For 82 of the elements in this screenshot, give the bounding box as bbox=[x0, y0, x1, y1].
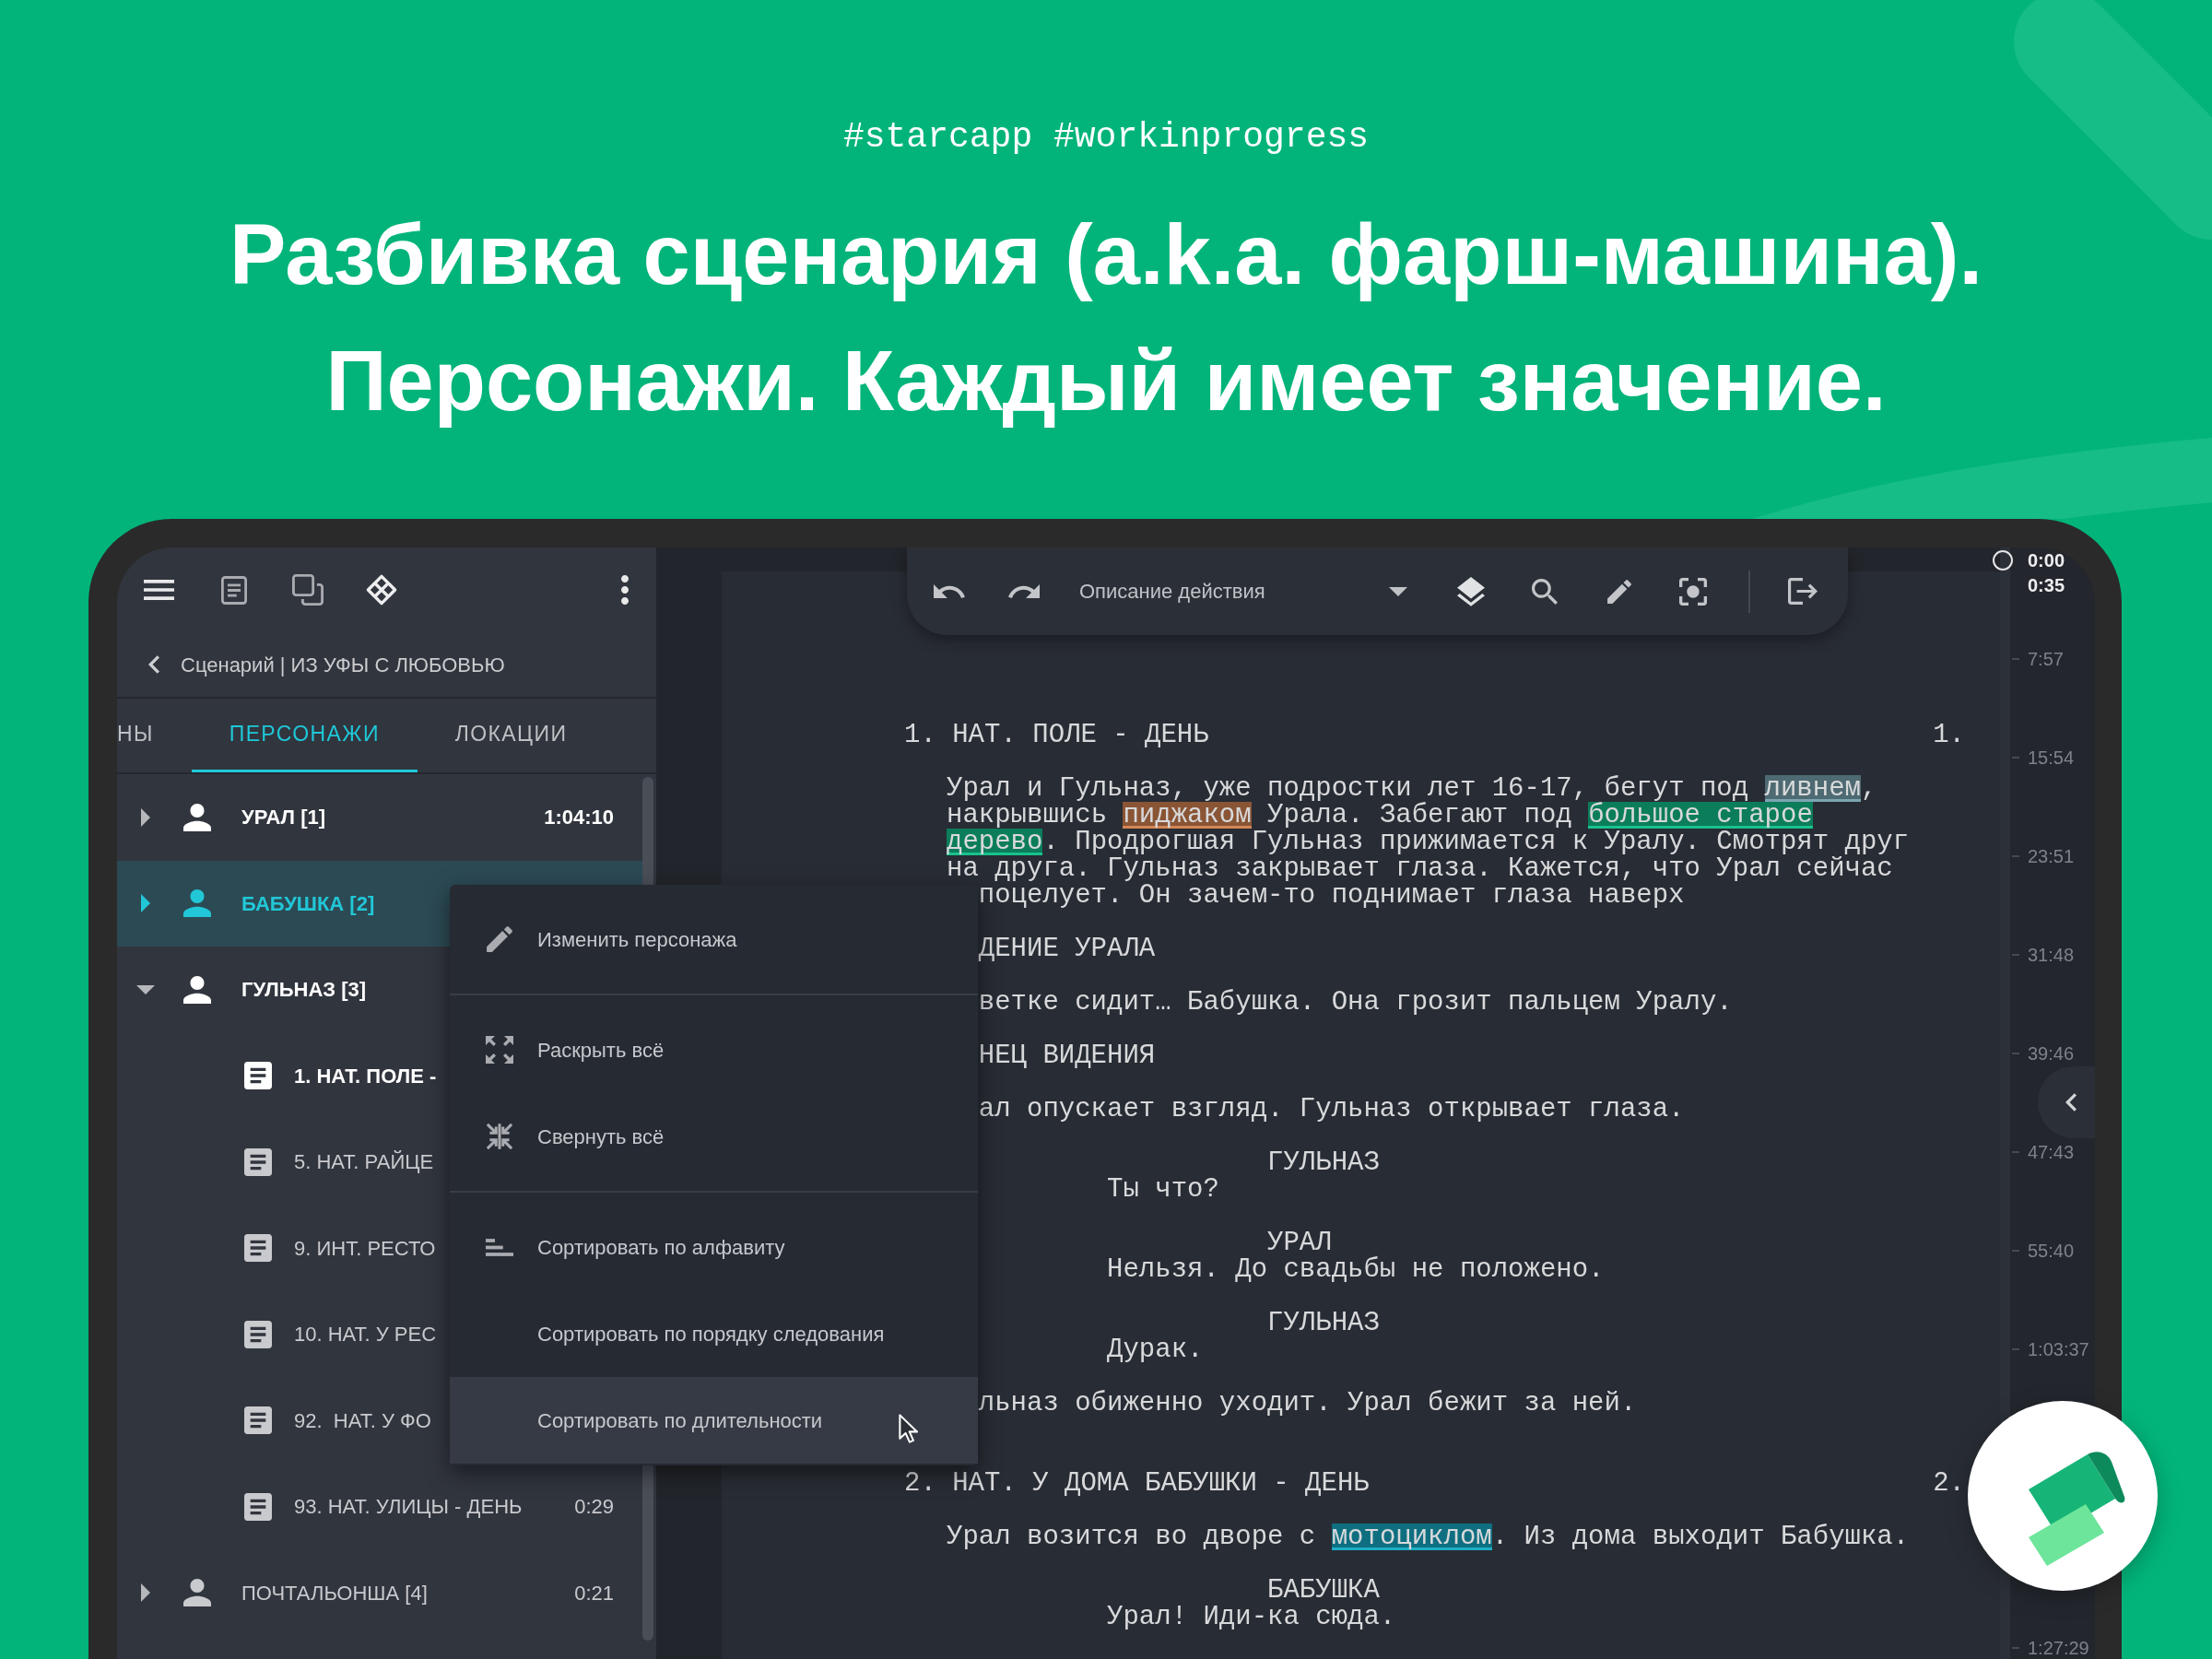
character-cue: ГУЛЬНАЗ bbox=[1267, 1149, 1380, 1176]
character-cue: БАБУШКА bbox=[1267, 1577, 1380, 1604]
action-text: ветке сидит… Бабушка. Она грозит пальцем Уралу. bbox=[978, 989, 1733, 1016]
character-cue: УРАЛ bbox=[1267, 1230, 1332, 1256]
undo-icon[interactable] bbox=[934, 584, 965, 598]
action-text: НЕЦ ВИДЕНИЯ bbox=[978, 1042, 1156, 1069]
menu-icon[interactable] bbox=[144, 580, 174, 600]
expand-arrows-icon bbox=[486, 1036, 513, 1064]
tick-label: 39:46 bbox=[2028, 1042, 2075, 1065]
menu-item[interactable]: Свернуть всё bbox=[450, 1093, 978, 1180]
exit-icon[interactable] bbox=[1788, 578, 1818, 605]
scene-number: 2. bbox=[1933, 1470, 1965, 1497]
dialogue-text: Урал! Иди-ка сюда. bbox=[1107, 1604, 1396, 1630]
tick-label: 1:03:37 bbox=[2028, 1338, 2089, 1360]
document-icon[interactable] bbox=[221, 575, 247, 605]
scene-number: 1. bbox=[1933, 722, 1965, 748]
tick-label: 55:40 bbox=[2028, 1240, 2075, 1262]
scene-heading: 1. НАТ. ПОЛЕ - ДЕНЬ bbox=[904, 722, 1209, 748]
breadcrumb: Сценарий | ИЗ УФЫ С ЛЮБОВЬЮ bbox=[181, 652, 505, 678]
caret-down-icon[interactable] bbox=[136, 984, 155, 994]
document-icon bbox=[244, 1492, 272, 1521]
action-text: ДЕНИЕ УРАЛА bbox=[978, 935, 1156, 962]
caret-right-icon[interactable] bbox=[141, 1583, 150, 1603]
document-icon bbox=[244, 1147, 272, 1176]
chevron-left-icon bbox=[2065, 1093, 2077, 1112]
dialogue-text: Нельзя. До свадьбы не положено. bbox=[1107, 1256, 1605, 1283]
time-label: 0:35 bbox=[2028, 574, 2065, 597]
menu-item[interactable]: Сортировать по длительности bbox=[450, 1377, 978, 1464]
dialogue-text: Ты что? bbox=[1107, 1176, 1219, 1203]
pencil-icon bbox=[487, 926, 512, 952]
collapse-arrows-icon bbox=[486, 1123, 513, 1150]
tick-label: 1:27:29 bbox=[2028, 1637, 2089, 1659]
caret-down-icon bbox=[1389, 586, 1407, 596]
person-icon bbox=[183, 889, 211, 918]
action-text: поцелует. Он зачем-то поднимает глаза наверх bbox=[978, 882, 1685, 909]
tab[interactable]: ЛОКАЦИИ bbox=[417, 699, 606, 772]
document-icon bbox=[244, 1062, 272, 1090]
circle-marker-icon[interactable] bbox=[1993, 550, 2013, 571]
pen-icon[interactable] bbox=[1607, 579, 1631, 604]
scene-row[interactable]: 93. НАТ. УЛИЦЫ - ДЕНЬ 0:29 bbox=[117, 1464, 642, 1550]
menu-item[interactable]: Раскрыть всё bbox=[450, 1006, 978, 1093]
menu-item[interactable]: Сортировать по порядку следования bbox=[450, 1290, 978, 1377]
more-options-icon[interactable] bbox=[621, 575, 629, 605]
back-icon[interactable] bbox=[148, 655, 159, 674]
redo-icon[interactable] bbox=[1008, 584, 1040, 598]
action-text: льназ обиженно уходит. Урал бежит за ней. bbox=[978, 1390, 1637, 1417]
caret-right-icon[interactable] bbox=[141, 807, 150, 827]
action-text: ал опускает взгляд. Гульназ открывает глаза. bbox=[978, 1096, 1685, 1123]
focus-frame-icon[interactable] bbox=[1679, 577, 1707, 606]
dialogue-text: Дурак. bbox=[1107, 1336, 1204, 1363]
hashtags: #starcapp #workinprogress bbox=[842, 116, 1370, 158]
character-cue: ГУЛЬНАЗ bbox=[1267, 1310, 1380, 1336]
diamond-grid-icon[interactable] bbox=[366, 574, 397, 606]
person-icon bbox=[183, 975, 211, 1004]
search-icon[interactable] bbox=[1532, 578, 1558, 605]
app-logo-icon bbox=[1968, 1401, 2158, 1591]
mouse-pointer-icon bbox=[899, 1414, 919, 1444]
menu-item[interactable]: Сортировать по алфавиту bbox=[450, 1204, 978, 1290]
caret-right-icon[interactable] bbox=[141, 894, 150, 913]
document-icon bbox=[244, 1320, 272, 1348]
person-icon bbox=[183, 803, 211, 831]
copy-icon[interactable] bbox=[292, 574, 324, 606]
sort-lines-icon bbox=[486, 1238, 513, 1256]
tick-label: 47:43 bbox=[2028, 1141, 2075, 1163]
character-row[interactable]: УРАЛ [1] 1:04:10 bbox=[117, 774, 642, 861]
action-text: Урал возится во дворе с мотоциклом. Из дома выходит Бабушка. bbox=[947, 1524, 1910, 1550]
paragraph-type-dropdown[interactable]: Описание действия bbox=[1079, 576, 1407, 606]
document-icon bbox=[244, 1406, 272, 1435]
tab[interactable]: НЫ bbox=[117, 699, 192, 772]
scene-heading: 2. НАТ. У ДОМА БАБУШКИ - ДЕНЬ bbox=[904, 1470, 1370, 1497]
person-icon bbox=[183, 1579, 211, 1607]
tick-label: 7:57 bbox=[2028, 648, 2064, 670]
layers-icon[interactable] bbox=[1457, 576, 1485, 606]
tab[interactable]: ПЕРСОНАЖИ bbox=[191, 699, 418, 772]
headline: Разбивка сценария (a.k.a. фарш-машина). bbox=[229, 208, 1983, 300]
tick-label: 15:54 bbox=[2028, 747, 2075, 769]
tick-label: 23:51 bbox=[2028, 845, 2075, 867]
character-row[interactable]: ПОЧТАЛЬОНША [4] 0:21 bbox=[117, 1549, 642, 1636]
document-icon bbox=[244, 1234, 272, 1263]
headline: Персонажи. Каждый имеет значение. bbox=[325, 335, 1887, 427]
time-label: 0:00 bbox=[2028, 549, 2065, 572]
tick-label: 31:48 bbox=[2028, 944, 2075, 966]
